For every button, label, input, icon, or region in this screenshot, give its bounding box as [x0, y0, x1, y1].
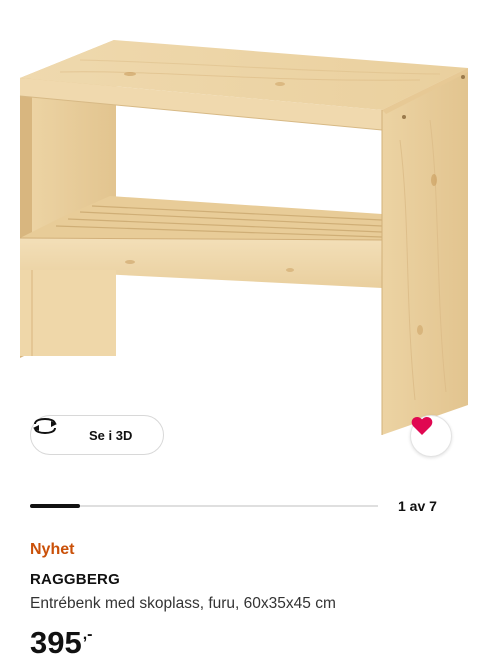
carousel-progress-fill — [30, 504, 80, 508]
product-description: Entrébenk med skoplass, furu, 60x35x45 c… — [30, 595, 336, 612]
rotate-3d-icon — [33, 417, 79, 445]
product-name: RAGGBERG — [30, 571, 120, 588]
favorite-button[interactable] — [410, 415, 452, 457]
view-3d-label: Se i 3D — [89, 427, 133, 443]
bench-illustration — [19, 40, 468, 435]
product-price: 395 ,- — [30, 625, 93, 660]
carousel-progress-track[interactable] — [30, 504, 378, 508]
view-3d-button[interactable]: Se i 3D — [30, 415, 164, 455]
new-badge: Nyhet — [30, 541, 75, 558]
price-main: 395 — [30, 625, 82, 660]
product-image[interactable]: Se i 3D — [0, 0, 480, 470]
carousel-counter: 1 av 7 — [398, 498, 437, 514]
price-suffix: ,- — [82, 626, 93, 643]
